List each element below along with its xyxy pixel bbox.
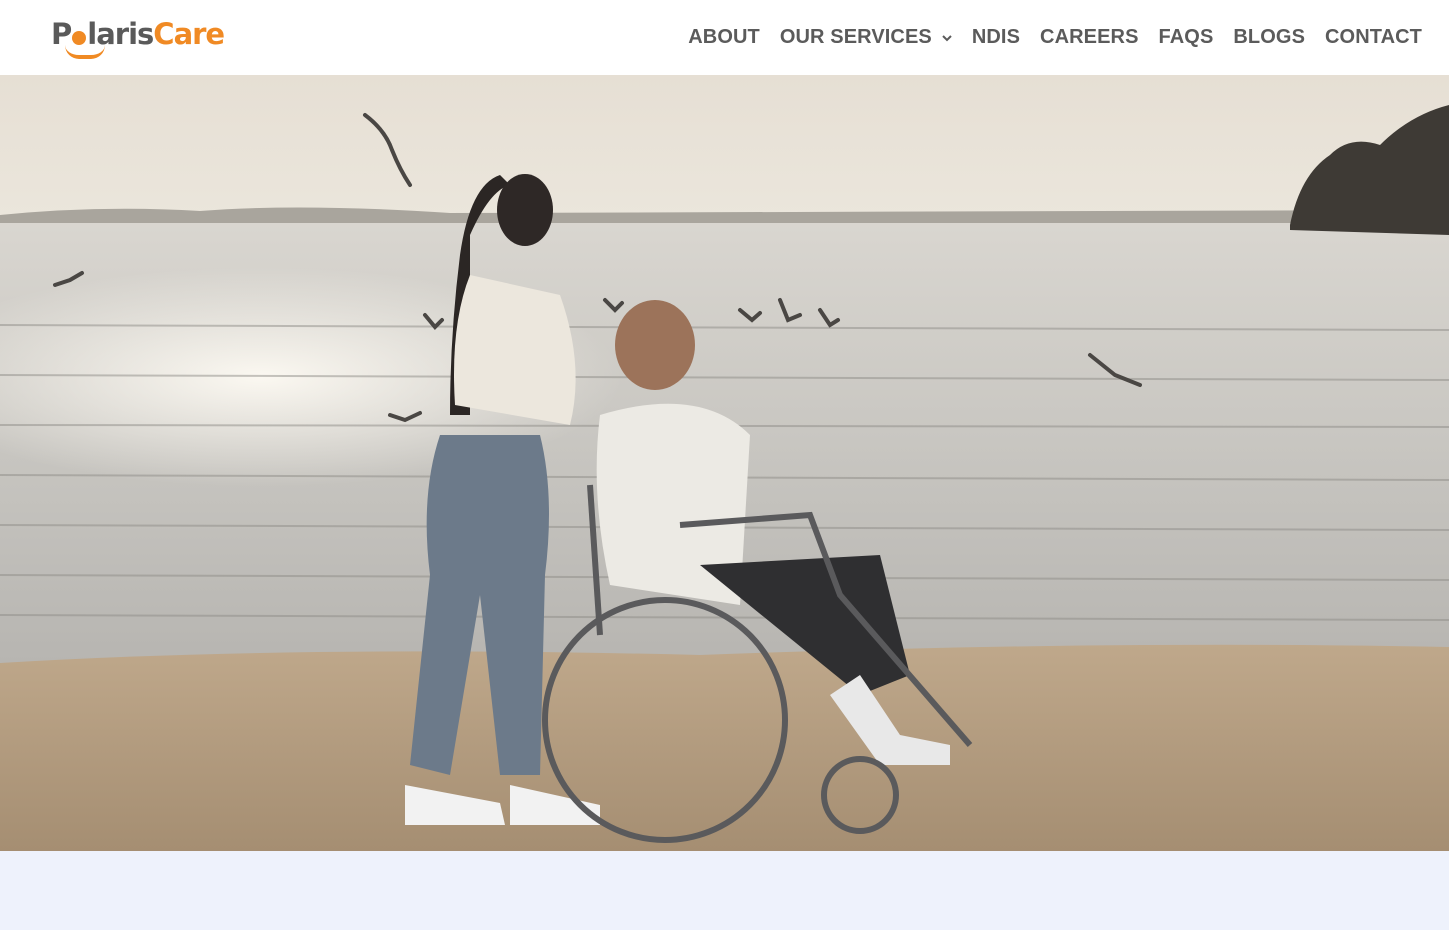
site-header: P laris Care ABOUT OUR SERVICES NDIS CAR…	[0, 0, 1449, 75]
sky	[0, 75, 1449, 220]
nav-contact-label: CONTACT	[1325, 26, 1422, 48]
nav-about[interactable]: ABOUT	[688, 26, 760, 49]
logo-dot-icon	[72, 31, 87, 45]
nav-our-services[interactable]: OUR SERVICES	[780, 26, 952, 49]
hero-illustration	[0, 75, 1449, 851]
logo[interactable]: P laris Care	[51, 14, 226, 59]
nav-about-label: ABOUT	[688, 26, 760, 48]
nav-blogs[interactable]: BLOGS	[1233, 26, 1305, 49]
sand	[0, 644, 1449, 851]
nav-contact[interactable]: CONTACT	[1325, 26, 1422, 49]
nav-faqs[interactable]: FAQS	[1159, 26, 1214, 49]
nav-blogs-label: BLOGS	[1233, 26, 1306, 48]
main-nav: ABOUT OUR SERVICES NDIS CAREERS FAQS BLO…	[688, 0, 1422, 75]
chevron-down-icon	[942, 34, 952, 41]
nav-careers-label: CAREERS	[1040, 26, 1139, 48]
logo-smile-icon	[65, 45, 105, 59]
content-section-bg	[0, 851, 1449, 930]
hero-image	[0, 75, 1449, 851]
nav-ndis-label: NDIS	[971, 26, 1021, 48]
logo-text-care: Care	[153, 17, 225, 51]
nav-ndis[interactable]: NDIS	[972, 26, 1020, 49]
nav-our-services-label: OUR SERVICES	[779, 26, 932, 48]
nav-careers[interactable]: CAREERS	[1040, 26, 1139, 49]
nav-faqs-label: FAQS	[1158, 26, 1214, 48]
